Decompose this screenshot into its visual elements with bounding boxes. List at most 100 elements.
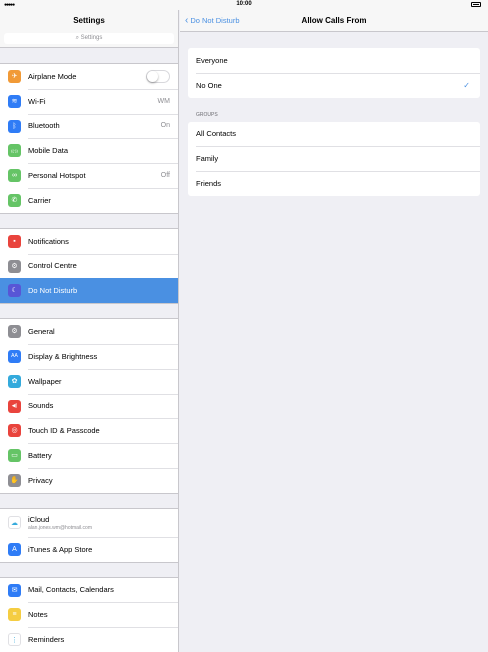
settings-group: ▪ Notifications ⚙ Control Centre ☾ Do Not Dis… xyxy=(0,227,178,305)
sidebar-item-mail-contacts-calendars[interactable]: ✉ Mail, Contacts, Calendars xyxy=(0,578,178,603)
sidebar-item-bluetooth[interactable]: ᛒ Bluetooth On xyxy=(0,113,178,139)
page-title: Allow Calls From xyxy=(301,16,367,25)
hotspot-icon: ∞ xyxy=(8,169,21,183)
sidebar-item-sounds[interactable]: ◀) Sounds xyxy=(0,393,178,419)
notes-icon: ≡ xyxy=(8,608,21,622)
groups-list: All Contacts Family Friends xyxy=(188,121,480,196)
group-label: Friends xyxy=(196,179,222,189)
gear-icon: ⚙ xyxy=(8,325,21,339)
sidebar-item-general[interactable]: ⚙ General xyxy=(0,319,178,344)
settings-sidebar: Settings ⌕ Settings ✈ Airplane Mode ≋ Wi-Fi… xyxy=(0,10,179,652)
reminders-icon: ⋮ xyxy=(8,633,21,647)
sidebar-item-label: Carrier xyxy=(28,196,51,205)
speaker-icon: ◀) xyxy=(8,399,21,413)
sidebar-item-label: Sounds xyxy=(28,401,53,410)
sidebar-item-privacy[interactable]: ✋ Privacy xyxy=(0,467,178,493)
allow-calls-options: Everyone No One ✓ xyxy=(188,48,480,98)
sidebar-item-label: Reminders xyxy=(28,635,64,644)
item-title: Reminders xyxy=(28,635,65,645)
item-title: Carrier xyxy=(28,195,51,205)
sidebar-item-control-centre[interactable]: ⚙ Control Centre xyxy=(0,253,178,279)
sidebar-item-icloud[interactable]: ☁ iCloud alan.jones.wm@hotmail.com xyxy=(0,509,178,537)
sidebar-item-itunes-app-store[interactable]: AiTunes & App Store xyxy=(0,536,178,562)
item-title: Control Centre xyxy=(28,261,77,271)
group-label: All Contacts xyxy=(196,129,237,139)
option-everyone[interactable]: Everyone xyxy=(188,48,480,73)
group-label: Family xyxy=(196,154,219,164)
sidebar-item-personal-hotspot[interactable]: ∞ Personal Hotspot Off xyxy=(0,163,178,188)
account-email: alan.jones.wm@hotmail.com xyxy=(28,524,92,531)
item-title: General xyxy=(28,327,55,337)
sidebar-item-label: Wi-Fi xyxy=(28,97,46,106)
wifi-icon: ≋ xyxy=(8,94,21,108)
sidebar-item-touch-id-passcode[interactable]: ◎ Touch ID & Passcode xyxy=(0,418,178,443)
airplane-mode-toggle[interactable] xyxy=(146,70,170,83)
item-title: Wi-Fi xyxy=(28,96,46,106)
sidebar-item-wi-fi[interactable]: ≋ Wi-Fi WM xyxy=(0,88,178,114)
control-centre-icon: ⚙ xyxy=(8,259,21,273)
option-no-one[interactable]: No One ✓ xyxy=(188,72,480,98)
item-value: WM xyxy=(157,97,170,105)
sidebar-item-label: Do Not Disturb xyxy=(28,286,77,295)
item-title: Wallpaper xyxy=(28,376,62,386)
sidebar-item-label: Notifications xyxy=(28,237,69,246)
sidebar-item-label: Wallpaper xyxy=(28,377,62,386)
status-bar: ●●●●● 10:00 xyxy=(0,0,488,10)
sidebar-item-notes[interactable]: ≡ Notes xyxy=(0,602,178,627)
sidebar-item-carrier[interactable]: ✆ Carrier xyxy=(0,187,178,213)
sidebar-item-do-not-disturb[interactable]: ☾ Do Not Disturb xyxy=(0,278,178,304)
search-placeholder: Settings xyxy=(80,35,103,41)
sidebar-item-label: Control Centre xyxy=(28,261,77,270)
antenna-icon: ((·)) xyxy=(8,144,21,158)
search-bar: ⌕ Settings xyxy=(0,32,178,48)
cloud-icon: ☁ xyxy=(8,515,21,529)
bluetooth-icon: ᛒ xyxy=(8,119,21,133)
clock: 10:00 xyxy=(236,1,252,7)
group-all-contacts[interactable]: All Contacts xyxy=(188,122,480,147)
item-title: Bluetooth xyxy=(28,121,60,131)
settings-group: ⚙ General AA Display & Brightness ✿ Wallpaper… xyxy=(0,318,178,494)
item-title: Mail, Contacts, Calendars xyxy=(28,585,114,595)
notifications-icon: ▪ xyxy=(8,234,21,248)
sidebar-item-label: Touch ID & Passcode xyxy=(28,426,100,435)
search-input[interactable]: ⌕ Settings xyxy=(4,33,174,44)
sidebar-item-label: Mail, Contacts, Calendars xyxy=(28,585,114,594)
app-store-icon: A xyxy=(8,542,21,556)
item-title: Notifications xyxy=(28,236,69,246)
wallpaper-icon: ✿ xyxy=(8,374,21,388)
item-title: Battery xyxy=(28,451,52,461)
sidebar-item-display-brightness[interactable]: AA Display & Brightness xyxy=(0,343,178,369)
sidebar-item-label: Display & Brightness xyxy=(28,352,97,361)
item-title: Personal Hotspot xyxy=(28,171,86,181)
sidebar-item-label: Bluetooth xyxy=(28,121,60,130)
battery-status-icon xyxy=(471,2,481,7)
settings-group: ☁ iCloud alan.jones.wm@hotmail.com AiTunes … xyxy=(0,507,178,563)
sidebar-item-label: Privacy xyxy=(28,476,53,485)
item-value: Off xyxy=(160,172,170,180)
battery-icon: ▭ xyxy=(8,449,21,463)
sidebar-item-wallpaper[interactable]: ✿ Wallpaper xyxy=(0,368,178,394)
sidebar-item-label: General xyxy=(28,327,55,336)
item-value: On xyxy=(160,122,170,130)
item-title: Do Not Disturb xyxy=(28,286,78,296)
sidebar-item-mobile-data[interactable]: ((·)) Mobile Data xyxy=(0,138,178,163)
sidebar-item-battery[interactable]: ▭ Battery xyxy=(0,443,178,468)
sidebar-item-reminders[interactable]: ⋮ Reminders xyxy=(0,627,178,652)
hand-icon: ✋ xyxy=(8,473,21,487)
group-family[interactable]: Family xyxy=(188,146,480,171)
item-title: Touch ID & Passcode xyxy=(28,426,100,436)
item-title: Display & Brightness xyxy=(28,351,98,361)
sidebar-item-airplane-mode[interactable]: ✈ Airplane Mode xyxy=(0,64,178,89)
search-icon: ⌕ xyxy=(75,35,79,41)
sidebar-item-label: Battery xyxy=(28,451,52,460)
sidebar-item-notifications[interactable]: ▪ Notifications xyxy=(0,229,178,254)
group-friends[interactable]: Friends xyxy=(188,171,480,196)
sidebar-item-label: Mobile Data xyxy=(28,146,68,155)
airplane-icon: ✈ xyxy=(8,70,21,83)
item-title: iCloud xyxy=(28,514,50,524)
